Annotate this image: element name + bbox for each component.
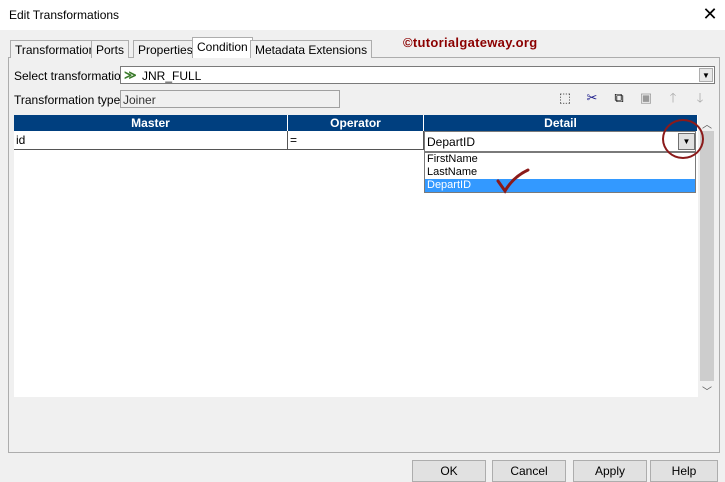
cut-icon[interactable]: ✂: [584, 90, 600, 106]
detail-value: DepartID: [427, 135, 476, 149]
option-departid[interactable]: DepartID: [425, 179, 695, 192]
scroll-up-icon[interactable]: ︿: [702, 116, 712, 131]
move-down-icon: 🡓: [696, 90, 704, 105]
column-header-operator: Operator: [288, 115, 424, 131]
chevron-down-icon[interactable]: ▼: [699, 68, 713, 82]
joiner-icon: ≫: [124, 68, 137, 82]
vertical-scrollbar[interactable]: ︿ ﹀: [699, 115, 715, 398]
cell-master[interactable]: id: [14, 131, 288, 150]
title-bar: Edit Transformations ✕: [0, 0, 725, 30]
tab-transformation[interactable]: Transformation: [10, 40, 101, 58]
cell-operator[interactable]: =: [288, 131, 424, 150]
detail-dropdown-list: FirstName LastName DepartID: [424, 152, 696, 193]
tab-condition[interactable]: Condition: [192, 37, 253, 58]
select-transformation-value: JNR_FULL: [142, 69, 202, 83]
tab-ports[interactable]: Ports: [91, 40, 130, 58]
condition-grid: Master Operator Detail id = DepartID ▼ F…: [14, 115, 698, 397]
column-header-detail: Detail: [424, 115, 698, 131]
copy-icon[interactable]: ⧉: [611, 90, 627, 106]
transformation-type-label: Transformation type:: [14, 93, 124, 107]
option-firstname[interactable]: FirstName: [425, 153, 695, 166]
detail-combo[interactable]: DepartID ▼: [424, 131, 696, 152]
close-icon[interactable]: ✕: [700, 4, 720, 25]
move-up-icon: 🡑: [669, 90, 677, 105]
scroll-down-icon[interactable]: ﹀: [702, 383, 712, 398]
scrollbar-thumb[interactable]: [700, 131, 714, 381]
select-transformation-label: Select transformation:: [14, 69, 131, 83]
checkmark-annotation-icon: [496, 168, 530, 194]
option-lastname[interactable]: LastName: [425, 166, 695, 179]
paste-icon: ▣: [639, 90, 653, 105]
tab-metadata-extensions[interactable]: Metadata Extensions: [250, 40, 373, 58]
window-title: Edit Transformations: [9, 8, 120, 22]
select-transformation-combo[interactable]: ≫ JNR_FULL ▼: [120, 66, 715, 84]
new-icon[interactable]: ⬚: [557, 90, 573, 106]
watermark: ©tutorialgateway.org: [403, 35, 538, 50]
annotation-circle: [662, 119, 704, 159]
transformation-type-field: Joiner: [120, 90, 340, 108]
column-header-master: Master: [14, 115, 288, 131]
tab-properties[interactable]: Properties: [133, 40, 198, 58]
